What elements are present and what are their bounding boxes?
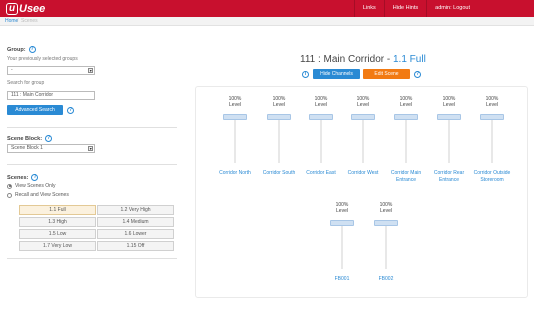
logo-mark-icon: u (6, 2, 18, 15)
scenes-help-icon[interactable]: ? (31, 174, 39, 181)
top-navbar: u Usee Links Hide Hints admin: Logout (0, 0, 534, 17)
sidebar-divider (7, 127, 177, 128)
scene-block-select[interactable]: Scene Block 1 ▼ (7, 144, 95, 153)
channel-level-label: Level (273, 102, 285, 108)
channel-slider-handle[interactable] (437, 114, 461, 120)
channel-slider-track[interactable] (385, 222, 387, 269)
channel-name[interactable]: FB002 (361, 276, 411, 283)
scenes-title: Scenes:? (7, 174, 39, 181)
page-title: 111 : Main Corridor - 1.1 Full (300, 54, 426, 65)
channel-name[interactable]: Corridor Outside Storeroom (467, 170, 517, 183)
app-logo[interactable]: u Usee (6, 2, 45, 15)
nav-links-menu[interactable]: Links (353, 0, 384, 17)
channel-slider-track[interactable] (491, 116, 493, 163)
page-title-scene: 1.1 Full (393, 54, 426, 65)
nav-logout[interactable]: admin: Logout (426, 0, 478, 17)
breadcrumb-current: Scenes (21, 18, 38, 24)
group-help-icon[interactable]: ? (28, 46, 36, 53)
channel-slider-track[interactable] (234, 116, 236, 163)
sidebar-divider (7, 164, 177, 165)
channel-level-label: Level (443, 102, 455, 108)
channel-slider-track[interactable] (341, 222, 343, 269)
channel-slider-handle[interactable] (480, 114, 504, 120)
channel-slider-track[interactable] (448, 116, 450, 163)
radio-recall-view-scenes-label: Recall and View Scenes (15, 192, 69, 198)
scene-block-title-label: Scene Block: (7, 135, 43, 142)
sidebar-divider (7, 258, 177, 259)
channel-slider-handle[interactable] (330, 220, 354, 226)
scene-button-1-2-very-high[interactable]: 1.2 Very High (97, 205, 174, 215)
group-select-value: - (11, 67, 13, 73)
scene-button-1-1-full[interactable]: 1.1 Full (19, 205, 96, 215)
channel-slider-track[interactable] (320, 116, 322, 163)
breadcrumb-separator: / (17, 18, 19, 24)
radio-recall-view-scenes[interactable]: Recall and View Scenes (7, 192, 69, 198)
channel-slider-track[interactable] (362, 116, 364, 163)
breadcrumb: Home / Scenes (0, 17, 534, 26)
scene-button-1-15-off[interactable]: 1.15 Off (97, 241, 174, 251)
channel-level-label: Level (357, 102, 369, 108)
scenes-title-label: Scenes: (7, 174, 29, 181)
channel-level-label: Level (336, 208, 348, 214)
channel-level-label: Level (380, 208, 392, 214)
scene-button-1-7-very-low[interactable]: 1.7 Very Low (19, 241, 96, 251)
channel-level-label: Level (229, 102, 241, 108)
group-select[interactable]: - ▼ (7, 66, 95, 75)
info-icon[interactable]: i (302, 71, 309, 78)
scene-button-1-5-low[interactable]: 1.5 Low (19, 229, 96, 239)
nav-links: Links Hide Hints admin: Logout (353, 0, 478, 17)
radio-dot-icon (7, 183, 12, 189)
scene-block-title: Scene Block:? (7, 135, 53, 142)
chevron-down-icon: ▼ (88, 146, 93, 151)
group-search-input[interactable]: 111 : Main Corridor (7, 91, 95, 100)
nav-hide-hints[interactable]: Hide Hints (383, 0, 426, 17)
scene-button-1-3-high[interactable]: 1.3 High (19, 217, 96, 227)
group-search-label: Search for group (7, 80, 45, 86)
scene-button-1-4-medium[interactable]: 1.4 Medium (97, 217, 174, 227)
channel-level-label: Level (315, 102, 327, 108)
logo-text: Usee (19, 2, 46, 15)
group-title-label: Group: (7, 46, 26, 53)
page-title-group: 111 : Main Corridor - (300, 54, 391, 65)
scene-block-help-icon[interactable]: ? (45, 135, 53, 142)
radio-view-scenes-only[interactable]: View Scenes Only (7, 183, 55, 189)
channel-slider-handle[interactable] (374, 220, 398, 226)
chevron-down-icon: ▼ (88, 68, 93, 73)
edit-scene-button[interactable]: Edit Scene (363, 69, 410, 79)
hide-channels-button[interactable]: Hide Channels (313, 69, 360, 79)
channel-name[interactable]: Corridor North (210, 170, 260, 177)
channel-level-label: Level (486, 102, 498, 108)
channel-slider-handle[interactable] (394, 114, 418, 120)
scene-block-select-value: Scene Block 1 (11, 145, 43, 151)
channel-slider-handle[interactable] (309, 114, 333, 120)
radio-dot-icon (7, 192, 12, 198)
channel-slider-track[interactable] (405, 116, 407, 163)
group-subtitle: Your previously selected groups (7, 56, 78, 62)
channel-slider-track[interactable] (278, 116, 280, 163)
edit-scene-help-icon[interactable]: ? (414, 71, 421, 78)
channel-name[interactable]: FB001 (317, 276, 367, 283)
advanced-search-button[interactable]: Advanced Search (7, 105, 63, 115)
channel-slider-handle[interactable] (223, 114, 247, 120)
channel-slider-handle[interactable] (267, 114, 291, 120)
channel-slider-handle[interactable] (351, 114, 375, 120)
channel-level-label: Level (400, 102, 412, 108)
advanced-search-help-icon[interactable]: ? (67, 107, 74, 114)
radio-view-scenes-only-label: View Scenes Only (15, 183, 56, 189)
scene-button-1-6-lower[interactable]: 1.6 Lower (97, 229, 174, 239)
group-title: Group:? (7, 46, 36, 53)
